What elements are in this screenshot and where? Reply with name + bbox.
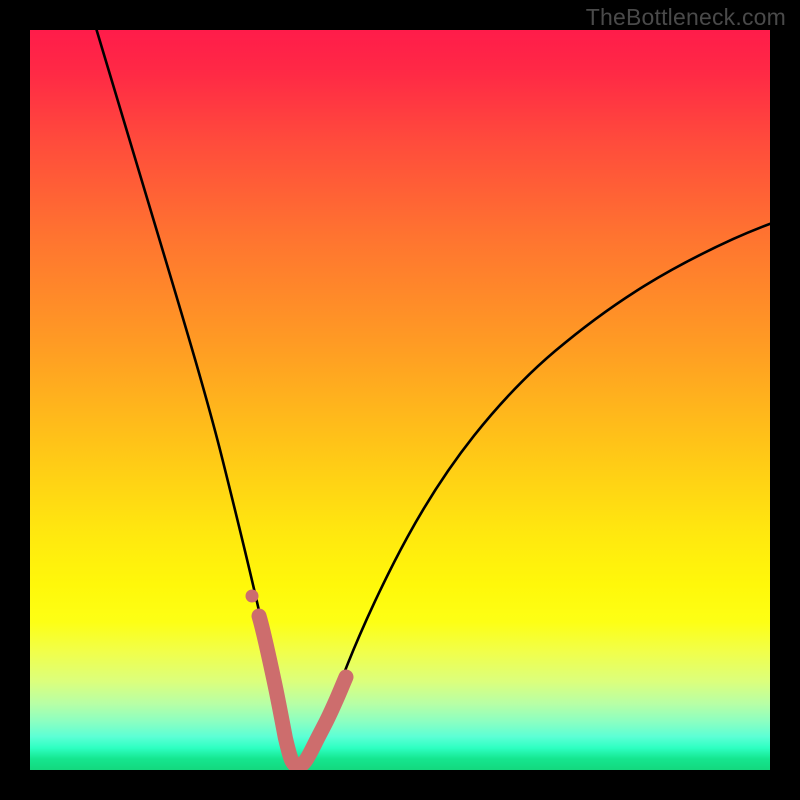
chart-frame: TheBottleneck.com: [0, 0, 800, 800]
watermark-text: TheBottleneck.com: [586, 4, 786, 31]
highlight-segment: [259, 616, 346, 766]
chart-svg: [30, 30, 770, 770]
bottleneck-curve: [97, 30, 770, 765]
highlight-top-dot: [246, 590, 259, 603]
plot-area: [30, 30, 770, 770]
